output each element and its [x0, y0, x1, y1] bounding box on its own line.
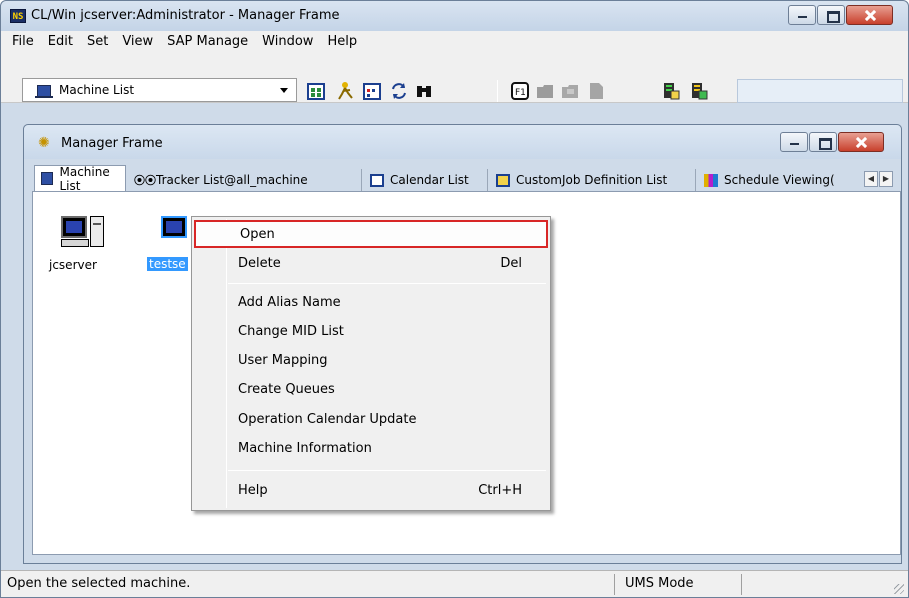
- minimize-button[interactable]: [788, 5, 816, 25]
- f1-help-icon[interactable]: F1: [510, 81, 530, 101]
- close-icon: [855, 6, 900, 24]
- tracker-eyes-icon: ⦿⦿: [134, 173, 156, 187]
- calendar-icon[interactable]: [362, 81, 382, 101]
- window-title: CL/Win jcserver:Administrator - Manager …: [31, 8, 340, 23]
- status-message: Open the selected machine.: [7, 576, 191, 591]
- menu-item-label: Delete: [238, 256, 281, 271]
- inner-window-title: Manager Frame: [61, 136, 163, 151]
- menu-item-operation-calendar-update[interactable]: Operation Calendar Update: [194, 407, 548, 435]
- menu-item-help[interactable]: Help Ctrl+H: [194, 478, 548, 506]
- menu-item-label: Machine Information: [238, 441, 372, 456]
- menu-item-label: Create Queues: [238, 382, 335, 397]
- toolbar-empty-band: [737, 79, 903, 103]
- menu-item-create-queues[interactable]: Create Queues: [194, 377, 548, 405]
- tab-label: Calendar List: [390, 173, 469, 187]
- title-bar[interactable]: NS CL/Win jcserver:Administrator - Manag…: [1, 1, 908, 31]
- view-selector-dropdown[interactable]: Machine List: [22, 78, 297, 102]
- status-mode: UMS Mode: [625, 576, 694, 591]
- tab-label: Schedule Viewing(: [724, 173, 835, 187]
- machine-label-testse[interactable]: testse: [147, 257, 188, 271]
- svg-text:F1: F1: [515, 88, 526, 98]
- chevron-down-icon[interactable]: [280, 88, 288, 93]
- maximize-icon: [810, 133, 836, 151]
- menu-sap-manage[interactable]: SAP Manage: [160, 32, 255, 52]
- tab-label: CustomJob Definition List: [516, 173, 668, 187]
- menu-set[interactable]: Set: [80, 32, 115, 52]
- inner-maximize-button[interactable]: [809, 132, 837, 152]
- view-selector-value: Machine List: [59, 83, 135, 97]
- minimize-icon: [781, 133, 807, 151]
- refresh-icon[interactable]: [389, 81, 409, 101]
- tab-customjob-definition-list[interactable]: CustomJob Definition List: [490, 169, 696, 191]
- schedule-bars-icon: [704, 173, 718, 187]
- document-icon[interactable]: [586, 81, 606, 101]
- folder-icon[interactable]: [535, 81, 555, 101]
- status-bar: Open the selected machine. UMS Mode: [1, 570, 908, 597]
- menu-window[interactable]: Window: [255, 32, 320, 52]
- main-window: NS CL/Win jcserver:Administrator - Manag…: [0, 0, 909, 598]
- computer-icon[interactable]: [61, 216, 105, 254]
- server-yellow-icon[interactable]: [689, 81, 709, 101]
- find-binoculars-icon[interactable]: [414, 81, 434, 101]
- folder-open-icon[interactable]: [560, 81, 580, 101]
- inner-close-button[interactable]: [838, 132, 884, 152]
- calendar-icon: [370, 173, 384, 187]
- app-logo-icon: NS: [10, 9, 26, 23]
- menu-bar: File Edit Set View SAP Manage Window Hel…: [1, 31, 908, 53]
- close-icon: [846, 133, 890, 151]
- menu-item-open[interactable]: Open: [194, 220, 548, 248]
- tab-strip: Machine List ⦿⦿ Tracker List@all_machine…: [32, 164, 900, 193]
- inner-title-bar[interactable]: ✺ Manager Frame: [24, 125, 901, 159]
- menu-item-change-mid-list[interactable]: Change MID List: [194, 319, 548, 347]
- menu-item-label: User Mapping: [238, 353, 328, 368]
- calendar-grid-icon[interactable]: [306, 81, 326, 101]
- status-divider: [614, 574, 615, 595]
- menu-help[interactable]: Help: [320, 32, 364, 52]
- menu-view[interactable]: View: [115, 32, 160, 52]
- menu-item-label: Add Alias Name: [238, 295, 341, 310]
- machine-label-jcserver[interactable]: jcserver: [49, 258, 97, 272]
- maximize-icon: [818, 6, 844, 24]
- menu-item-label: Open: [240, 227, 275, 242]
- minimize-icon: [789, 6, 815, 24]
- menu-item-shortcut: Ctrl+H: [478, 483, 522, 498]
- menu-edit[interactable]: Edit: [41, 32, 80, 52]
- menu-item-add-alias-name[interactable]: Add Alias Name: [194, 290, 548, 318]
- server-green-icon[interactable]: [661, 81, 681, 101]
- inner-minimize-button[interactable]: [780, 132, 808, 152]
- machine-list-icon: [35, 85, 53, 98]
- tab-label: Machine List: [59, 164, 110, 193]
- resize-grip-icon[interactable]: [894, 584, 904, 594]
- menu-item-delete[interactable]: Delete Del: [194, 251, 548, 279]
- tab-label: Tracker List@all_machine: [156, 173, 308, 187]
- maximize-button[interactable]: [817, 5, 845, 25]
- menu-separator: [228, 283, 546, 284]
- menu-item-label: Help: [238, 483, 268, 498]
- menu-item-machine-information[interactable]: Machine Information: [194, 436, 548, 464]
- manager-frame-icon: ✺: [38, 135, 50, 151]
- menu-separator: [228, 470, 546, 471]
- tab-calendar-list[interactable]: Calendar List: [364, 169, 488, 191]
- tab-schedule-viewing[interactable]: Schedule Viewing(: [698, 169, 864, 191]
- toolbar-separator: [497, 80, 498, 102]
- tab-tracker-list[interactable]: ⦿⦿ Tracker List@all_machine: [128, 169, 362, 191]
- customjob-icon: [496, 173, 510, 187]
- tab-scroll-right-button[interactable]: ▶: [879, 171, 893, 187]
- tab-scroll-left-button[interactable]: ◀: [864, 171, 878, 187]
- menu-file[interactable]: File: [5, 32, 41, 52]
- menu-item-label: Operation Calendar Update: [238, 412, 417, 427]
- tracker-figure-icon[interactable]: [336, 81, 356, 101]
- close-button[interactable]: [846, 5, 893, 25]
- context-menu: Open Delete Del Add Alias Name Change MI…: [191, 216, 551, 511]
- menu-item-shortcut: Del: [500, 256, 522, 271]
- menu-item-label: Change MID List: [238, 324, 344, 339]
- menu-item-user-mapping[interactable]: User Mapping: [194, 348, 548, 376]
- tab-machine-list[interactable]: Machine List: [34, 164, 126, 193]
- machine-list-icon: [41, 172, 54, 185]
- status-divider: [741, 574, 742, 595]
